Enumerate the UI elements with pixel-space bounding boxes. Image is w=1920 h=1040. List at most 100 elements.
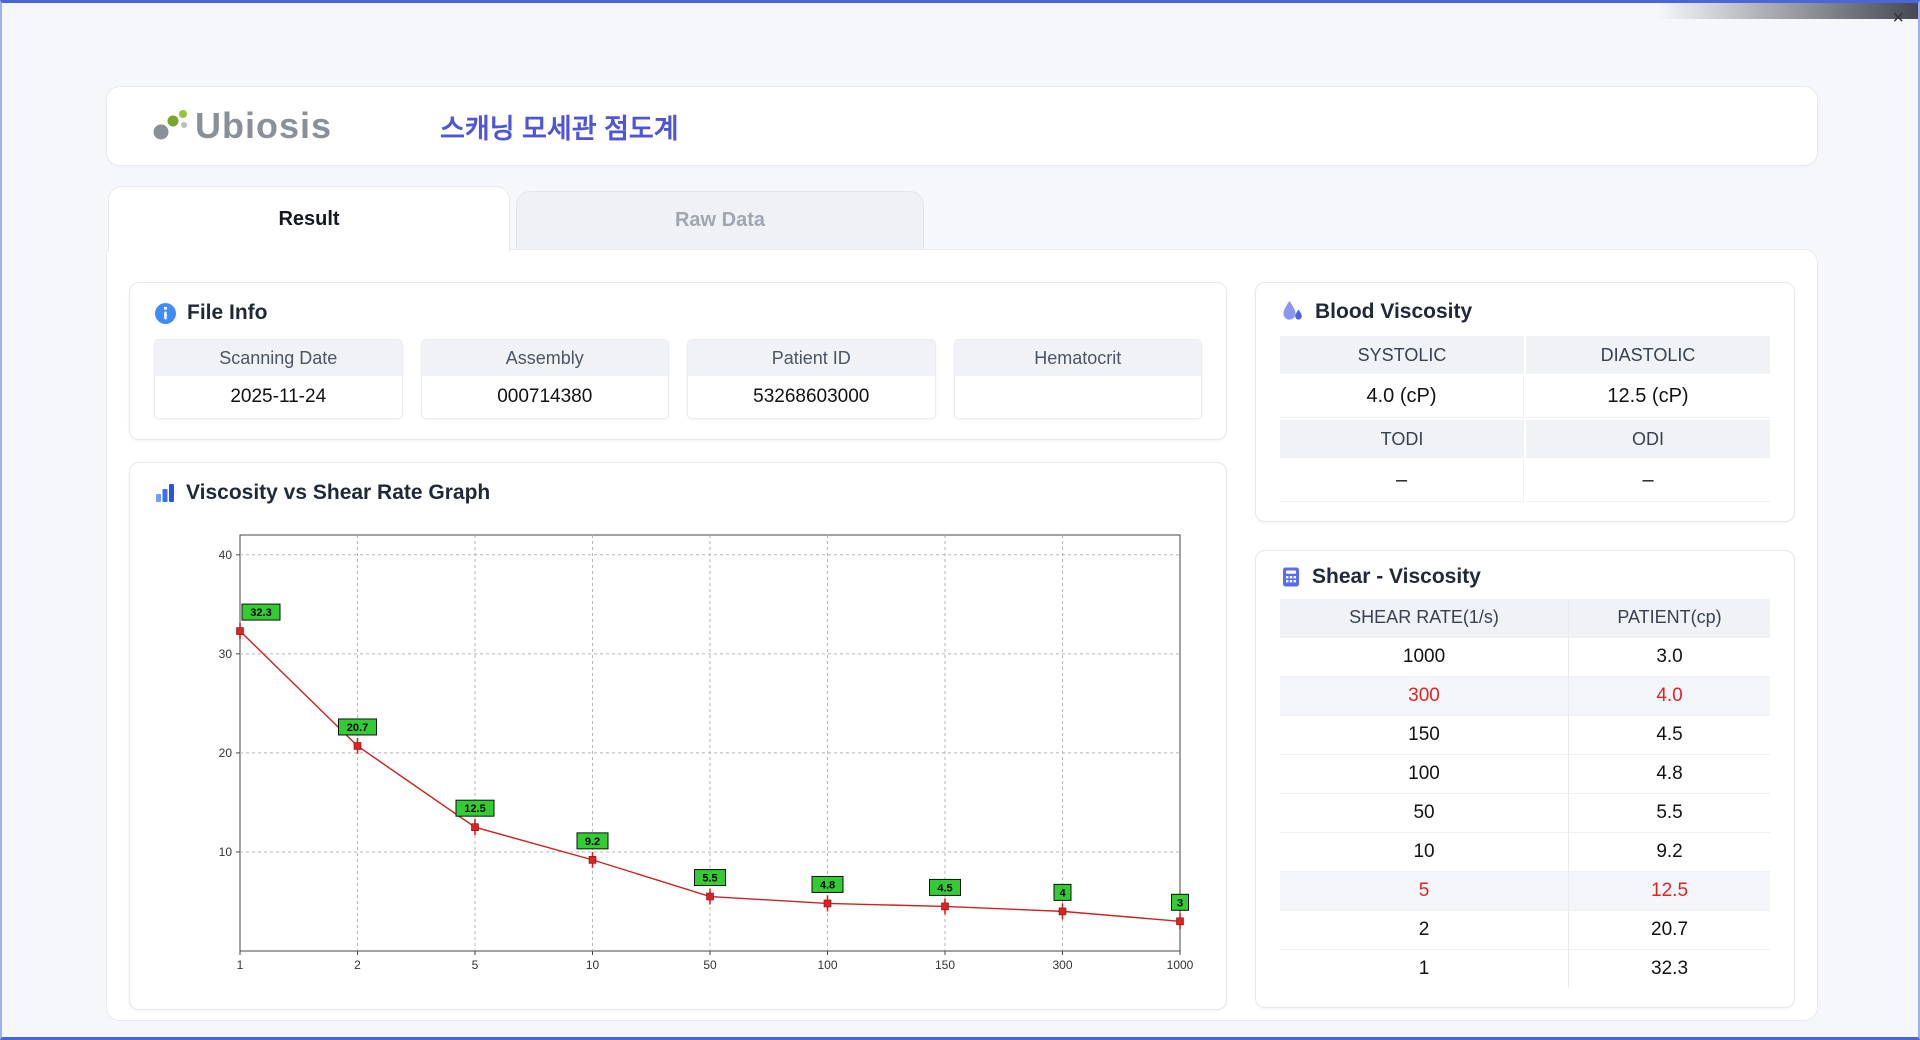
svg-text:300: 300	[1052, 958, 1072, 972]
table-row: 10 9.2	[1280, 831, 1770, 871]
svg-text:9.2: 9.2	[585, 836, 600, 848]
svg-text:5.5: 5.5	[702, 873, 717, 885]
file-info-panel: File Info Scanning Date 2025-11-24 Assem…	[129, 282, 1227, 440]
field-label: Hematocrit	[954, 340, 1201, 376]
column-shear-rate: SHEAR RATE(1/s)	[1280, 599, 1570, 637]
blood-viscosity-grid: SYSTOLIC DIASTOLIC 4.0 (cP) 12.5 (cP) TO…	[1280, 336, 1770, 502]
calculator-icon	[1280, 566, 1302, 588]
droplet-icon	[1280, 299, 1305, 324]
svg-text:32.3: 32.3	[250, 607, 271, 619]
svg-text:20: 20	[219, 746, 233, 760]
svg-text:10: 10	[219, 845, 233, 859]
svg-text:3: 3	[1177, 897, 1183, 909]
blood-viscosity-panel: Blood Viscosity SYSTOLIC DIASTOLIC 4.0 (…	[1255, 282, 1795, 522]
table-row: 2 20.7	[1280, 909, 1770, 949]
svg-text:10: 10	[586, 958, 600, 972]
field-label: Patient ID	[688, 340, 935, 376]
table-row: 1 32.3	[1280, 948, 1770, 988]
graph-panel: Viscosity vs Shear Rate Graph 10 20 30 40 1 2…	[129, 462, 1227, 1010]
file-info-title: File Info	[187, 301, 268, 324]
graph-title: Viscosity vs Shear Rate Graph	[186, 481, 491, 504]
app-window: × Ubiosis 스캐닝 모세관 점도계 Result Raw Data Fi…	[0, 0, 1920, 1040]
table-cell: 4.5	[1568, 714, 1770, 754]
field-value: 000714380	[421, 376, 668, 418]
blood-viscosity-title: Blood Viscosity	[1315, 299, 1473, 323]
table-cell: 150	[1280, 714, 1570, 754]
table-cell: 100	[1280, 753, 1570, 793]
table-row: 1000 3.0	[1280, 636, 1770, 676]
column-patient: PATIENT(cp)	[1568, 599, 1770, 637]
tab-result[interactable]: Result	[108, 186, 510, 252]
shear-viscosity-panel: Shear - Viscosity SHEAR RATE(1/s) PATIEN…	[1255, 550, 1795, 1008]
table-cell: 3.0	[1568, 636, 1770, 676]
svg-text:50: 50	[703, 958, 717, 972]
table-cell: 2	[1280, 909, 1570, 949]
file-info-fields: Scanning Date 2025-11-24 Assembly 000714…	[154, 339, 1202, 419]
field-scanning-date: Scanning Date 2025-11-24	[154, 339, 403, 419]
shear-rate-chart: 10 20 30 40 1 2 5 10 50 100 150 300 1000 32.3 20.7 12.5…	[194, 515, 1198, 989]
svg-text:12.5: 12.5	[464, 803, 485, 815]
chart-svg: 10 20 30 40 1 2 5 10 50 100 150 300 1000 32.3 20.7 12.5…	[219, 534, 1194, 972]
todi-label: TODI	[1280, 420, 1524, 458]
table-row: 150 4.5	[1280, 714, 1770, 754]
svg-text:40: 40	[219, 548, 233, 562]
svg-text:20.7: 20.7	[347, 722, 368, 734]
header-card: Ubiosis 스캐닝 모세관 점도계	[106, 86, 1818, 166]
table-cell: 50	[1280, 792, 1570, 832]
table-row: 5 12.5	[1280, 870, 1770, 910]
table-row: 300 4.0	[1280, 675, 1770, 715]
table-cell: 5	[1280, 870, 1570, 910]
svg-text:2: 2	[354, 958, 361, 972]
field-label: Assembly	[421, 340, 668, 376]
todi-value: –	[1280, 460, 1524, 502]
blood-viscosity-title-row: Blood Viscosity	[1280, 299, 1770, 324]
diastolic-value: 12.5 (cP)	[1526, 376, 1770, 418]
shear-table-body: 1000 3.0 300 4.0 150 4.5 100 4.8 50 5.5 10 9.2 5 12.5…	[1280, 636, 1770, 988]
file-info-title-row: File Info	[154, 301, 1202, 325]
table-cell: 1	[1280, 948, 1570, 988]
logo-text: Ubiosis	[195, 105, 333, 146]
page-title: 스캐닝 모세관 점도계	[440, 113, 679, 144]
info-icon	[154, 302, 177, 325]
field-label: Scanning Date	[155, 340, 402, 376]
table-cell: 20.7	[1568, 909, 1770, 949]
tab-raw-data[interactable]: Raw Data	[516, 191, 924, 249]
shear-viscosity-title: Shear - Viscosity	[1312, 565, 1481, 588]
graph-title-row: Viscosity vs Shear Rate Graph	[154, 481, 1202, 505]
svg-text:1: 1	[237, 958, 244, 972]
leaf-logo-icon	[151, 108, 193, 144]
svg-text:1000: 1000	[1167, 958, 1194, 972]
field-patient-id: Patient ID 53268603000	[687, 339, 936, 419]
svg-text:4: 4	[1059, 887, 1066, 899]
svg-text:4.8: 4.8	[820, 879, 835, 891]
field-hematocrit: Hematocrit	[953, 339, 1202, 419]
table-cell: 32.3	[1568, 948, 1770, 988]
diastolic-label: DIASTOLIC	[1526, 336, 1770, 374]
shear-viscosity-table: SHEAR RATE(1/s) PATIENT(cp) 1000 3.0 300 4.…	[1280, 599, 1770, 988]
odi-label: ODI	[1526, 420, 1770, 458]
table-cell: 10	[1280, 831, 1570, 871]
table-cell: 300	[1280, 675, 1570, 715]
field-value: 2025-11-24	[155, 376, 402, 418]
table-cell: 1000	[1280, 636, 1570, 676]
shear-viscosity-title-row: Shear - Viscosity	[1280, 565, 1770, 589]
content-card: File Info Scanning Date 2025-11-24 Assem…	[106, 249, 1818, 1021]
table-cell: 9.2	[1568, 831, 1770, 871]
svg-text:4.5: 4.5	[937, 882, 952, 894]
svg-text:5: 5	[472, 958, 479, 972]
table-row: 100 4.8	[1280, 753, 1770, 793]
table-cell: 4.0	[1568, 675, 1770, 715]
table-cell: 4.8	[1568, 753, 1770, 793]
table-cell: 12.5	[1568, 870, 1770, 910]
bar-chart-icon	[154, 482, 176, 504]
svg-text:150: 150	[935, 958, 955, 972]
window-corner-shadow	[1658, 3, 1918, 19]
svg-text:100: 100	[817, 958, 837, 972]
close-icon[interactable]: ×	[1892, 8, 1904, 28]
table-header-row: SHEAR RATE(1/s) PATIENT(cp)	[1280, 599, 1770, 637]
field-value	[954, 376, 1201, 418]
table-cell: 5.5	[1568, 792, 1770, 832]
table-row: 50 5.5	[1280, 792, 1770, 832]
systolic-value: 4.0 (cP)	[1280, 376, 1524, 418]
odi-value: –	[1526, 460, 1770, 502]
